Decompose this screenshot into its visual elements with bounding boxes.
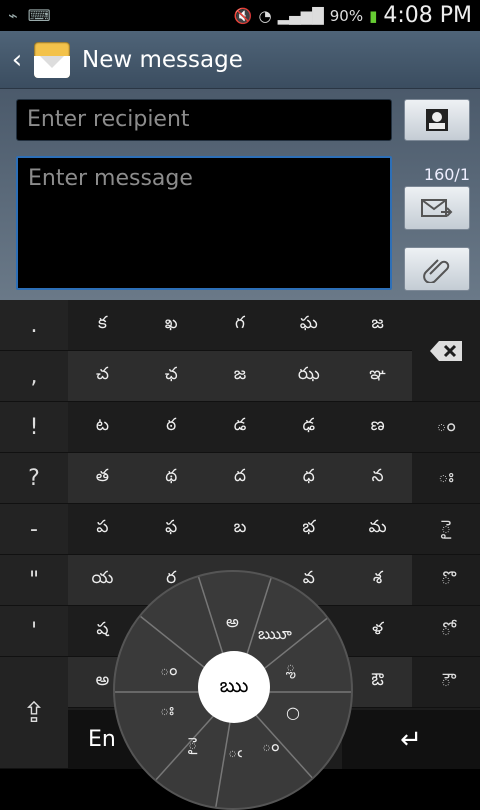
key[interactable]: భ	[274, 504, 343, 554]
key[interactable]: ఔ	[343, 657, 412, 707]
key[interactable]: ఝ	[274, 351, 343, 401]
wheel-segment[interactable]: అ	[226, 612, 239, 635]
attach-button[interactable]	[404, 247, 470, 291]
clock: 4:08 PM	[383, 3, 472, 28]
send-button[interactable]	[404, 186, 470, 230]
key[interactable]: గ	[206, 300, 275, 350]
paperclip-icon	[423, 259, 450, 283]
title-bar: ‹ New message	[0, 31, 480, 89]
key[interactable]: ఠ	[137, 402, 206, 452]
key[interactable]: థ	[137, 453, 206, 503]
keyboard-row: చ ఛ జ ఝ ఞ	[68, 351, 412, 402]
messaging-app-icon	[34, 41, 70, 78]
key-dash[interactable]: -	[0, 504, 68, 555]
wheel-segment[interactable]: ఋూ	[258, 624, 292, 647]
keyboard-icon: ⌨	[27, 6, 51, 25]
key[interactable]: క	[68, 300, 137, 350]
status-right-icons: 🔇 ◔ ▂▄▆█ 90% ▮ 4:08 PM	[234, 3, 472, 28]
key[interactable]: ొ	[412, 555, 480, 606]
key[interactable]: ై	[412, 504, 480, 555]
status-left-icons: ⌁ ⌨	[8, 6, 51, 25]
back-icon[interactable]: ‹	[0, 45, 34, 75]
backspace-key[interactable]	[412, 300, 480, 402]
key[interactable]: ఖ	[137, 300, 206, 350]
wheel-segment[interactable]: ○	[286, 703, 300, 722]
key[interactable]: ఫ	[137, 504, 206, 554]
key[interactable]: జ	[206, 351, 275, 401]
keyboard-row: ట ఠ డ ఢ ణ	[68, 402, 412, 453]
wheel-segment[interactable]: ం	[160, 660, 177, 683]
character-counter: 160/1	[423, 165, 470, 184]
mute-icon: 🔇	[233, 6, 253, 25]
contact-icon	[426, 109, 448, 131]
wheel-segment[interactable]: ః	[160, 700, 174, 723]
key[interactable]: ణ	[343, 402, 412, 452]
key[interactable]: న	[343, 453, 412, 503]
key[interactable]: ఢ	[274, 402, 343, 452]
recipient-input[interactable]: Enter recipient	[16, 99, 392, 141]
key[interactable]: ప	[68, 504, 137, 554]
key[interactable]: ౌ	[412, 657, 480, 708]
key[interactable]: ఛ	[137, 351, 206, 401]
battery-percent: 90%	[329, 6, 364, 25]
key-exclamation[interactable]: !	[0, 402, 68, 453]
key[interactable]: ఘ	[274, 300, 343, 350]
key[interactable]: జ	[343, 300, 412, 350]
keyboard-row: త థ ద ధ న	[68, 453, 412, 504]
key[interactable]: చ	[68, 351, 137, 401]
key[interactable]: ః	[412, 453, 480, 504]
wheel-segment[interactable]: ఁ	[228, 742, 242, 765]
key[interactable]: ద	[206, 453, 275, 503]
key[interactable]: డ	[206, 402, 275, 452]
key[interactable]: ో	[412, 606, 480, 657]
key[interactable]: ధ	[274, 453, 343, 503]
message-input[interactable]: Enter message	[16, 156, 392, 290]
language-label: En	[88, 727, 116, 752]
key[interactable]: త	[68, 453, 137, 503]
key-period[interactable]: .	[0, 300, 68, 351]
enter-key[interactable]: ↵	[342, 710, 480, 769]
key-apostrophe[interactable]: '	[0, 606, 68, 657]
key[interactable]: ళ	[343, 606, 412, 656]
punctuation-column: . , ! ? - " ' ⇪	[0, 300, 68, 769]
key[interactable]: ఞ	[343, 351, 412, 401]
wifi-icon: ◔	[258, 6, 272, 25]
wheel-segment[interactable]: ం	[262, 736, 279, 759]
backspace-icon	[430, 340, 462, 361]
compose-area: Enter recipient Enter message 160/1	[0, 89, 480, 300]
battery-icon: ▮	[369, 6, 378, 25]
send-icon	[421, 199, 453, 217]
signal-icon: ▂▄▆█	[277, 6, 324, 25]
wheel-segment[interactable]: ై	[188, 734, 197, 757]
wheel-center-key[interactable]: ఋ	[198, 651, 270, 723]
contacts-button[interactable]	[404, 99, 470, 141]
key-comma[interactable]: ,	[0, 351, 68, 402]
key[interactable]: శ	[343, 555, 412, 605]
key-question[interactable]: ?	[0, 453, 68, 504]
key[interactable]: బ	[206, 504, 275, 554]
status-bar: ⌁ ⌨ 🔇 ◔ ▂▄▆█ 90% ▮ 4:08 PM	[0, 0, 480, 31]
wheel-segment[interactable]: ౢ	[286, 656, 295, 679]
key-quote[interactable]: "	[0, 555, 68, 606]
shift-key[interactable]: ⇪	[0, 657, 68, 769]
key[interactable]: మ	[343, 504, 412, 554]
key[interactable]: ట	[68, 402, 137, 452]
key[interactable]: ం	[412, 402, 480, 453]
page-title: New message	[82, 46, 243, 73]
usb-icon: ⌁	[8, 6, 18, 25]
keyboard-row: ప ఫ బ భ మ	[68, 504, 412, 555]
vowel-sign-column: ం ః ై ొ ో ౌ	[412, 300, 480, 708]
keyboard-row: క ఖ గ ఘ జ	[68, 300, 412, 351]
